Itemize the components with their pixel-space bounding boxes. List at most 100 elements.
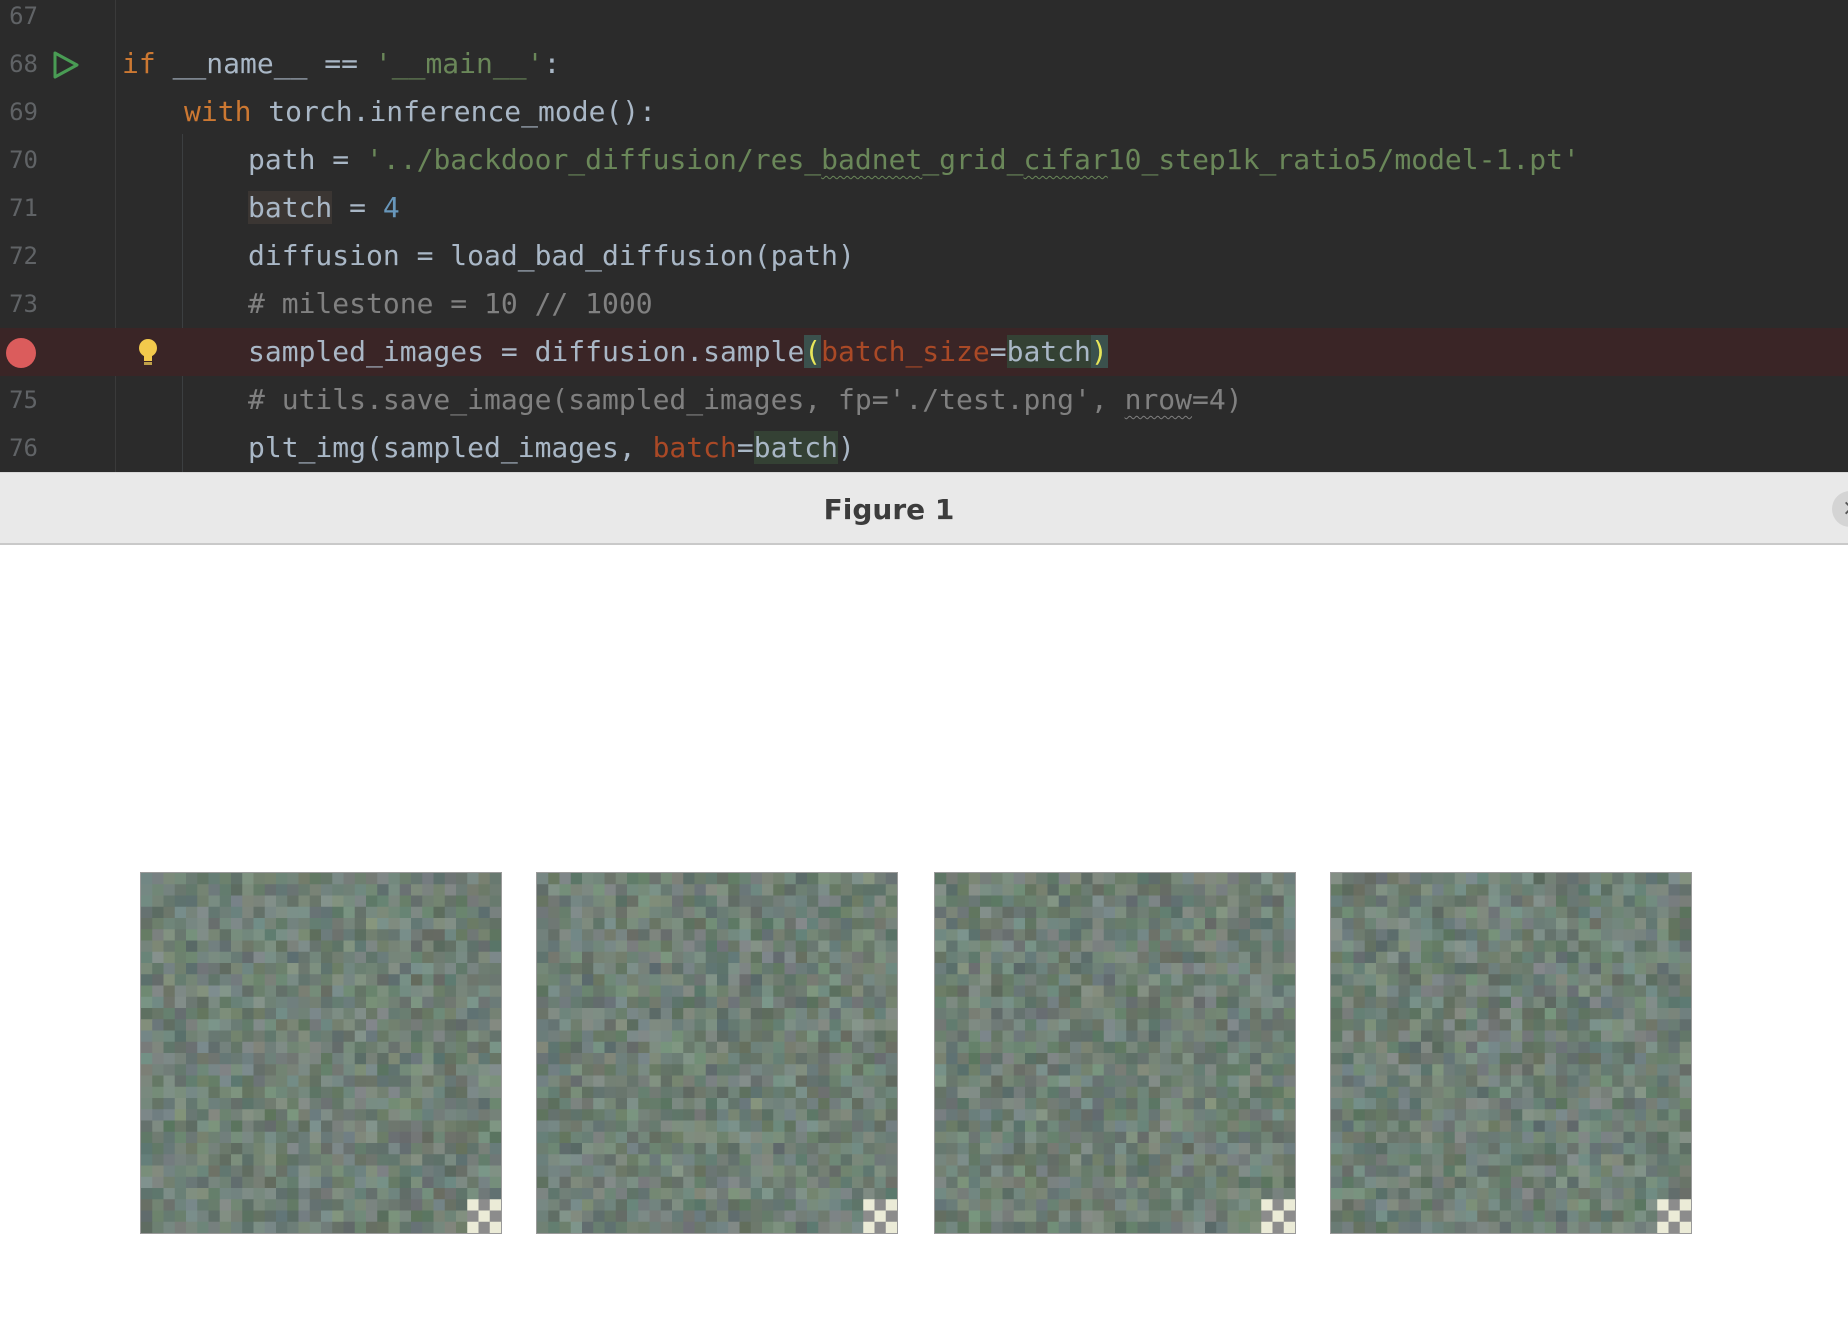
breakpoint-icon[interactable] bbox=[6, 338, 36, 368]
pixel bbox=[377, 1131, 389, 1144]
pixel bbox=[1364, 1165, 1377, 1178]
pixel bbox=[467, 1199, 479, 1211]
pixel bbox=[1364, 1176, 1377, 1189]
pixel bbox=[1567, 1041, 1579, 1054]
pixel bbox=[1477, 1143, 1489, 1155]
pixel bbox=[548, 974, 560, 986]
pixel bbox=[242, 1064, 254, 1076]
pixel bbox=[433, 1176, 446, 1189]
pixel bbox=[537, 951, 549, 964]
pixel bbox=[1193, 1165, 1206, 1178]
code-line[interactable]: 73 # milestone = 10 // 1000 bbox=[0, 280, 1848, 328]
pixel bbox=[717, 1053, 729, 1065]
pixel bbox=[186, 1199, 198, 1211]
pixel bbox=[1193, 985, 1206, 998]
pixel bbox=[1025, 1165, 1037, 1178]
pixel bbox=[852, 963, 864, 975]
pixel bbox=[1283, 929, 1295, 941]
pixel bbox=[242, 974, 254, 986]
pixel bbox=[287, 1008, 299, 1020]
pixel bbox=[537, 985, 549, 998]
code-line[interactable]: 67 bbox=[0, 0, 1848, 40]
pixel bbox=[840, 951, 853, 964]
pixel bbox=[570, 985, 583, 998]
typo-marker: cifar bbox=[1023, 143, 1108, 176]
pixel bbox=[968, 951, 981, 964]
pixel bbox=[1387, 1199, 1399, 1211]
pixel bbox=[980, 1120, 992, 1133]
code-line[interactable]: 69 with torch.inference_mode(): bbox=[0, 88, 1848, 136]
pixel bbox=[694, 1019, 707, 1031]
run-icon[interactable] bbox=[50, 50, 80, 80]
pixel bbox=[559, 1165, 572, 1178]
pixel bbox=[829, 1053, 842, 1065]
pixel bbox=[1171, 1176, 1183, 1189]
pixel bbox=[604, 1120, 617, 1133]
pixel bbox=[1238, 940, 1251, 953]
pixel bbox=[1589, 1064, 1602, 1076]
pixel bbox=[604, 1131, 617, 1144]
pixel bbox=[885, 895, 897, 908]
pixel bbox=[186, 1019, 198, 1031]
pixel bbox=[1544, 1176, 1557, 1189]
pixel bbox=[874, 1053, 887, 1065]
pixel bbox=[863, 1109, 875, 1121]
pixel bbox=[829, 1120, 842, 1133]
pixel bbox=[705, 929, 718, 941]
pixel bbox=[1002, 1221, 1015, 1233]
pixel bbox=[1205, 1120, 1217, 1133]
pixel bbox=[411, 1008, 423, 1020]
code-line[interactable]: 76 plt_img(sampled_images, batch=batch) bbox=[0, 424, 1848, 472]
pixel bbox=[946, 873, 958, 885]
pixel bbox=[1092, 873, 1105, 885]
pixel bbox=[593, 1221, 605, 1233]
code-line[interactable]: 71 batch = 4 bbox=[0, 184, 1848, 232]
figure-titlebar[interactable]: Figure 1 × bbox=[0, 472, 1848, 545]
pixel bbox=[1488, 951, 1501, 964]
pixel bbox=[1679, 1098, 1691, 1110]
lightbulb-icon[interactable] bbox=[134, 336, 162, 368]
pixel bbox=[321, 1154, 333, 1166]
pixel bbox=[276, 1041, 288, 1054]
pixel bbox=[694, 1053, 707, 1065]
code-line[interactable]: 72 diffusion = load_bad_diffusion(path) bbox=[0, 232, 1848, 280]
pixel bbox=[1013, 940, 1026, 953]
pixel bbox=[411, 1030, 423, 1043]
pixel bbox=[874, 1019, 887, 1031]
pixel bbox=[399, 1176, 412, 1189]
pixel bbox=[1646, 1019, 1658, 1031]
pixel bbox=[1612, 895, 1624, 908]
pixel bbox=[332, 1154, 344, 1166]
pixel bbox=[1126, 1176, 1138, 1189]
pixel bbox=[276, 1120, 288, 1133]
pixel bbox=[1103, 951, 1116, 964]
pixel bbox=[208, 1154, 221, 1166]
pixel bbox=[399, 884, 412, 896]
code-line[interactable]: 68 if __name__ == '__main__': bbox=[0, 40, 1848, 88]
pixel bbox=[264, 1210, 277, 1223]
pixel bbox=[231, 1143, 243, 1155]
pixel bbox=[773, 1131, 785, 1144]
pixel bbox=[1556, 1008, 1568, 1020]
code-line[interactable]: 75 # utils.save_image(sampled_images, fp… bbox=[0, 376, 1848, 424]
pixel bbox=[1556, 1019, 1568, 1031]
pixel bbox=[694, 906, 707, 919]
pixel bbox=[852, 1109, 864, 1121]
pixel bbox=[615, 1019, 628, 1031]
pixel bbox=[1193, 940, 1206, 953]
pixel bbox=[559, 1086, 572, 1099]
pixel bbox=[388, 1075, 401, 1088]
code-line[interactable]: 70 path = '../backdoor_diffusion/res_bad… bbox=[0, 136, 1848, 184]
pixel bbox=[366, 1064, 378, 1076]
code-editor[interactable]: 67 68 if __name__ == '__main__': 69 with… bbox=[0, 0, 1848, 472]
pixel bbox=[399, 1120, 412, 1133]
pixel bbox=[1205, 951, 1217, 964]
code-line-breakpoint[interactable]: sampled_images = diffusion.sample(batch_… bbox=[0, 328, 1848, 376]
pixel bbox=[762, 940, 774, 953]
pixel bbox=[174, 1053, 187, 1065]
pixel bbox=[1216, 1008, 1228, 1020]
pixel bbox=[795, 873, 808, 885]
close-icon[interactable]: × bbox=[1832, 491, 1848, 527]
pixel bbox=[1103, 963, 1116, 975]
pixel bbox=[874, 1188, 887, 1200]
